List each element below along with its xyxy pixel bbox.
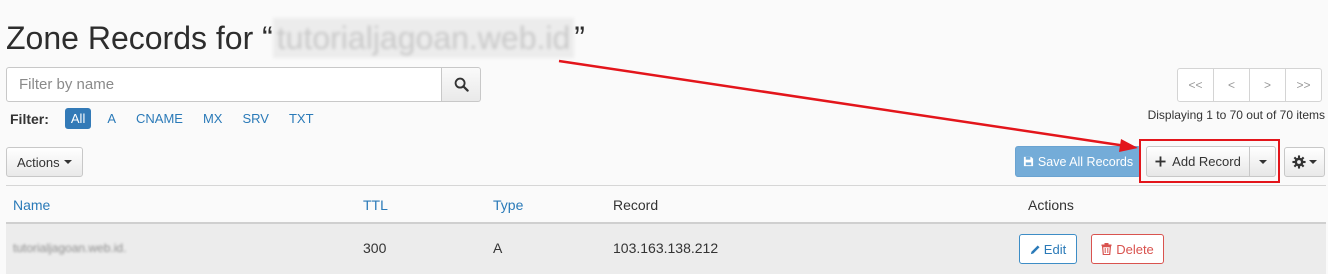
- column-header-name[interactable]: Name: [13, 197, 50, 213]
- filter-a[interactable]: A: [107, 109, 116, 128]
- record-type: A: [493, 240, 503, 256]
- table-row: tutorialjagoan.web.id. 300 A 103.163.138…: [6, 224, 1326, 274]
- pagination-status: Displaying 1 to 70 out of 70 items: [1147, 108, 1325, 122]
- page-title: Zone Records for “tutorialjagoan.web.id”: [6, 18, 585, 58]
- column-header-ttl[interactable]: TTL: [363, 197, 388, 213]
- record-ttl: 300: [363, 240, 387, 256]
- filter-label: Filter:: [10, 110, 49, 127]
- filter-mx[interactable]: MX: [203, 109, 223, 128]
- zone-domain: tutorialjagoan.web.id: [272, 18, 575, 58]
- filter-cname[interactable]: CNAME: [136, 109, 183, 128]
- caret-down-icon: [63, 160, 72, 164]
- next-page-button[interactable]: >: [1249, 68, 1286, 102]
- save-all-records-label: Save All Records: [1037, 154, 1134, 169]
- search-icon: [454, 77, 469, 92]
- filter-srv[interactable]: SRV: [242, 109, 269, 128]
- filter-all[interactable]: All: [64, 108, 92, 129]
- column-header-record: Record: [613, 197, 659, 213]
- add-record-options-button[interactable]: [1250, 146, 1276, 177]
- table-header: Name TTL Type Record Actions: [6, 185, 1326, 224]
- first-page-button[interactable]: <<: [1177, 68, 1214, 102]
- pagination: << < > >>: [1177, 68, 1322, 102]
- caret-down-icon: [1258, 159, 1267, 164]
- save-all-records-button[interactable]: Save All Records: [1015, 146, 1141, 177]
- caret-down-icon: [1309, 160, 1317, 164]
- pencil-icon: [1030, 244, 1040, 254]
- plus-icon: [1155, 156, 1166, 167]
- zone-records-table: Name TTL Type Record Actions tutorialjag…: [6, 185, 1326, 274]
- record-name: tutorialjagoan.web.id.: [13, 241, 127, 255]
- settings-dropdown[interactable]: [1284, 147, 1325, 177]
- record-value: 103.163.138.212: [613, 240, 719, 256]
- delete-label: Delete: [1116, 241, 1154, 257]
- actions-label: Actions: [17, 154, 60, 170]
- gear-icon: [1292, 155, 1306, 169]
- prev-page-button[interactable]: <: [1213, 68, 1250, 102]
- search-group: [6, 67, 481, 102]
- edit-button[interactable]: Edit: [1019, 234, 1077, 264]
- add-record-label: Add Record: [1172, 154, 1241, 169]
- last-page-button[interactable]: >>: [1285, 68, 1322, 102]
- filter-bar: Filter: All A CNAME MX SRV TXT: [10, 108, 334, 129]
- actions-dropdown[interactable]: Actions: [6, 147, 83, 177]
- edit-label: Edit: [1043, 241, 1067, 257]
- add-record-button[interactable]: Add Record: [1146, 146, 1250, 177]
- title-prefix: Zone Records for “: [6, 20, 273, 56]
- trash-icon: [1101, 243, 1112, 255]
- delete-button[interactable]: Delete: [1091, 234, 1164, 264]
- search-input[interactable]: [6, 67, 442, 102]
- column-header-actions: Actions: [1028, 197, 1074, 213]
- add-record-group: Add Record: [1146, 146, 1276, 177]
- title-suffix: ”: [574, 20, 585, 56]
- column-header-type[interactable]: Type: [493, 197, 523, 213]
- search-button[interactable]: [442, 67, 481, 102]
- floppy-disk-icon: [1023, 156, 1033, 167]
- filter-txt[interactable]: TXT: [289, 109, 314, 128]
